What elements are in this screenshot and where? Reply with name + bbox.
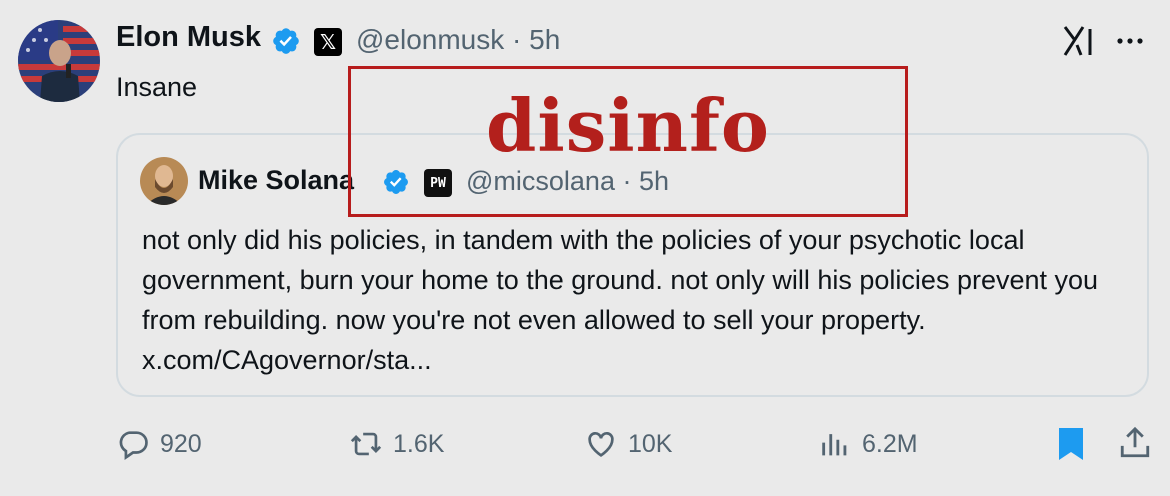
repost-icon — [350, 432, 382, 456]
repost-count: 1.6K — [393, 429, 445, 458]
like-icon — [588, 432, 614, 457]
disinfo-stamp: disinfo — [348, 66, 908, 217]
author-handle[interactable]: @elonmusk — [356, 24, 504, 55]
time-separator: · — [512, 24, 522, 55]
x-logo-icon: 𝕏 — [314, 28, 342, 56]
quoted-post-text: not only did his policies, in tandem wit… — [142, 225, 1099, 375]
reply-count: 920 — [160, 429, 202, 458]
verified-badge-icon — [273, 28, 299, 54]
quoted-author-avatar[interactable] — [140, 157, 188, 205]
grok-icon[interactable] — [1061, 23, 1097, 59]
views-icon — [822, 434, 847, 456]
quoted-author-name[interactable]: Mike Solana — [198, 165, 354, 196]
share-icon[interactable] — [1118, 424, 1152, 462]
views-button[interactable]: 6.2M — [818, 427, 918, 461]
author-handle-time[interactable]: @elonmusk · 5h — [356, 24, 560, 56]
bookmark-icon[interactable] — [1055, 425, 1087, 463]
like-count: 10K — [628, 429, 673, 458]
reply-icon — [119, 431, 148, 461]
repost-button[interactable]: 1.6K — [349, 427, 444, 461]
like-button[interactable]: 10K — [584, 427, 672, 461]
more-icon[interactable] — [1113, 26, 1147, 56]
post-time[interactable]: 5h — [529, 24, 560, 55]
author-name[interactable]: Elon Musk — [116, 21, 261, 54]
author-avatar[interactable] — [18, 20, 100, 102]
view-count: 6.2M — [862, 429, 918, 458]
post-text: Insane — [116, 72, 198, 102]
reply-button[interactable]: 920 — [116, 427, 202, 461]
stamp-text: disinfo — [486, 83, 770, 168]
